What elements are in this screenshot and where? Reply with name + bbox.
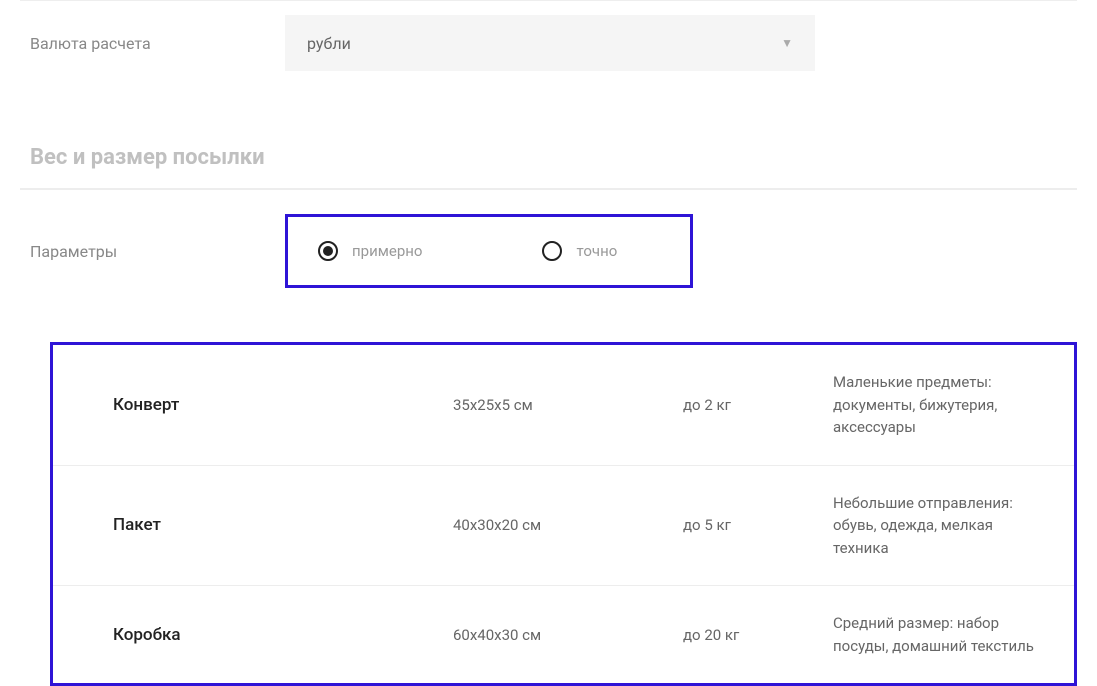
chevron-down-icon: ▼ (781, 36, 793, 50)
currency-label: Валюта расчета (30, 34, 285, 53)
params-radio-group: примерно точно (285, 214, 693, 288)
radio-label-exact: точно (576, 242, 617, 260)
params-row: Параметры примерно точно (0, 190, 1097, 312)
package-weight: до 20 кг (683, 626, 833, 644)
package-size: 40x30x20 см (453, 516, 683, 534)
package-size: 60x40x30 см (453, 626, 683, 644)
package-desc: Средний размер: набор посуды, домашний т… (833, 612, 1054, 657)
package-name: Конверт (113, 395, 453, 415)
package-weight: до 2 кг (683, 396, 833, 414)
radio-icon (542, 241, 562, 261)
package-weight: до 5 кг (683, 516, 833, 534)
table-row[interactable]: Пакет 40x30x20 см до 5 кг Небольшие отпр… (53, 466, 1074, 587)
params-label: Параметры (30, 242, 285, 261)
package-name: Коробка (113, 625, 453, 645)
section-title: Вес и размер посылки (0, 85, 1097, 188)
currency-value: рубли (307, 34, 351, 53)
radio-option-exact[interactable]: точно (542, 241, 617, 261)
radio-icon (318, 241, 338, 261)
package-desc: Небольшие отправления: обувь, одежда, ме… (833, 492, 1054, 560)
radio-option-approx[interactable]: примерно (318, 241, 422, 261)
table-row[interactable]: Коробка 60x40x30 см до 20 кг Средний раз… (53, 586, 1074, 683)
radio-label-approx: примерно (352, 242, 422, 260)
table-row[interactable]: Конверт 35x25x5 см до 2 кг Маленькие пре… (53, 345, 1074, 466)
package-name: Пакет (113, 515, 453, 535)
package-size: 35x25x5 см (453, 396, 683, 414)
package-desc: Маленькие предметы: документы, бижутерия… (833, 371, 1054, 439)
currency-row: Валюта расчета рубли ▼ (0, 1, 1097, 85)
package-type-table: Конверт 35x25x5 см до 2 кг Маленькие пре… (50, 342, 1077, 686)
currency-dropdown[interactable]: рубли ▼ (285, 15, 815, 71)
